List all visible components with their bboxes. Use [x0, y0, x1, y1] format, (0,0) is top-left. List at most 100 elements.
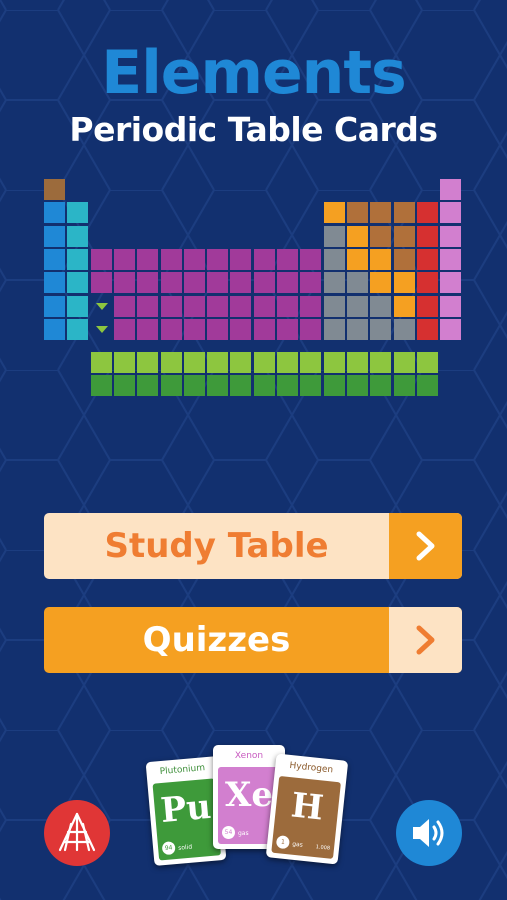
periodic-table-cell	[254, 296, 275, 317]
periodic-table-cell	[394, 319, 415, 340]
periodic-table-cell	[230, 352, 251, 373]
periodic-table-graphic	[0, 0, 507, 420]
periodic-table-cell	[417, 249, 438, 270]
periodic-table-cell	[440, 272, 461, 293]
study-table-button[interactable]: Study Table	[44, 513, 462, 579]
quizzes-label: Quizzes	[142, 620, 291, 660]
periodic-table-cell	[370, 272, 391, 293]
periodic-table-cell	[370, 375, 391, 396]
periodic-table-cell	[324, 352, 345, 373]
periodic-table-cell	[161, 296, 182, 317]
periodic-table-cell	[67, 226, 88, 247]
periodic-table-cell	[67, 202, 88, 223]
periodic-table-cell	[347, 272, 368, 293]
periodic-table-cell	[300, 249, 321, 270]
periodic-table-cell	[324, 319, 345, 340]
periodic-table-cell	[277, 375, 298, 396]
periodic-table-cell	[161, 352, 182, 373]
sound-toggle-button[interactable]	[396, 800, 462, 866]
periodic-table-cell	[114, 352, 135, 373]
periodic-table-cell	[277, 352, 298, 373]
study-table-label: Study Table	[104, 526, 329, 566]
publisher-logo-button[interactable]	[44, 800, 110, 866]
periodic-table-cell	[324, 226, 345, 247]
periodic-table-cell	[440, 249, 461, 270]
quizzes-arrow-box	[389, 607, 462, 673]
periodic-table-cell	[277, 272, 298, 293]
periodic-table-cell	[324, 249, 345, 270]
periodic-table-cell	[347, 202, 368, 223]
periodic-table-cell	[370, 226, 391, 247]
periodic-table-cell	[440, 319, 461, 340]
periodic-table-cell	[137, 352, 158, 373]
periodic-table-cell	[114, 319, 135, 340]
periodic-table-cell	[67, 319, 88, 340]
periodic-table-cell	[184, 249, 205, 270]
periodic-table-cell	[44, 319, 65, 340]
study-table-arrow-box	[389, 513, 462, 579]
periodic-table-cell	[254, 319, 275, 340]
periodic-table-cell	[324, 375, 345, 396]
periodic-table-cell	[394, 375, 415, 396]
chevron-right-icon	[416, 625, 435, 655]
periodic-table-cell	[184, 319, 205, 340]
card-symbol: H	[289, 785, 326, 829]
periodic-table-cell	[114, 296, 135, 317]
periodic-table-cell	[417, 202, 438, 223]
periodic-table-cell	[137, 272, 158, 293]
periodic-table-cell	[394, 249, 415, 270]
periodic-table-cell	[277, 319, 298, 340]
periodic-table-cell	[324, 296, 345, 317]
periodic-table-cell	[230, 249, 251, 270]
periodic-table-cell	[347, 375, 368, 396]
periodic-table-cell	[370, 352, 391, 373]
periodic-table-cell	[184, 296, 205, 317]
periodic-table-cell	[277, 249, 298, 270]
periodic-table-cell	[161, 272, 182, 293]
card-number: 1	[275, 835, 291, 850]
periodic-table-cell	[370, 202, 391, 223]
periodic-table-cell	[440, 226, 461, 247]
periodic-table-cell	[114, 375, 135, 396]
f-block-marker	[96, 303, 108, 310]
speaker-icon	[413, 819, 444, 847]
periodic-table-cell	[44, 202, 65, 223]
periodic-table-cell	[207, 375, 228, 396]
periodic-table-cell	[44, 179, 65, 200]
periodic-table-cell	[417, 319, 438, 340]
periodic-table-cell	[91, 375, 112, 396]
periodic-table-cell	[394, 272, 415, 293]
periodic-table-cell	[440, 202, 461, 223]
card-panel: Pu 94 solid	[152, 778, 221, 861]
periodic-table-cell	[254, 352, 275, 373]
periodic-table-cell	[44, 226, 65, 247]
periodic-table-cell	[347, 249, 368, 270]
quizzes-button[interactable]: Quizzes	[44, 607, 462, 673]
periodic-table-cell	[370, 296, 391, 317]
periodic-table-cell	[277, 296, 298, 317]
periodic-table-cell	[254, 375, 275, 396]
periodic-table-cell	[230, 272, 251, 293]
periodic-table-cell	[67, 296, 88, 317]
periodic-table-cell	[137, 249, 158, 270]
periodic-table-cell	[300, 272, 321, 293]
card-number: 54	[222, 826, 235, 839]
card-state: gas	[238, 830, 249, 837]
periodic-table-cell	[417, 352, 438, 373]
periodic-table-cell	[114, 272, 135, 293]
periodic-table-cell	[67, 249, 88, 270]
element-card-hydrogen: Hydrogen H 1 gas 1.008	[265, 753, 349, 865]
periodic-table-cell	[254, 249, 275, 270]
periodic-table-cell	[230, 375, 251, 396]
f-block-marker	[96, 326, 108, 333]
card-state: solid	[177, 843, 193, 852]
periodic-table-cell	[440, 296, 461, 317]
periodic-table-cell	[44, 272, 65, 293]
periodic-table-cell	[91, 249, 112, 270]
periodic-table-cell	[394, 296, 415, 317]
periodic-table-cell	[44, 296, 65, 317]
periodic-table-cell	[417, 226, 438, 247]
periodic-table-cell	[91, 272, 112, 293]
card-name: Xenon	[234, 751, 264, 761]
periodic-table-cell	[324, 202, 345, 223]
